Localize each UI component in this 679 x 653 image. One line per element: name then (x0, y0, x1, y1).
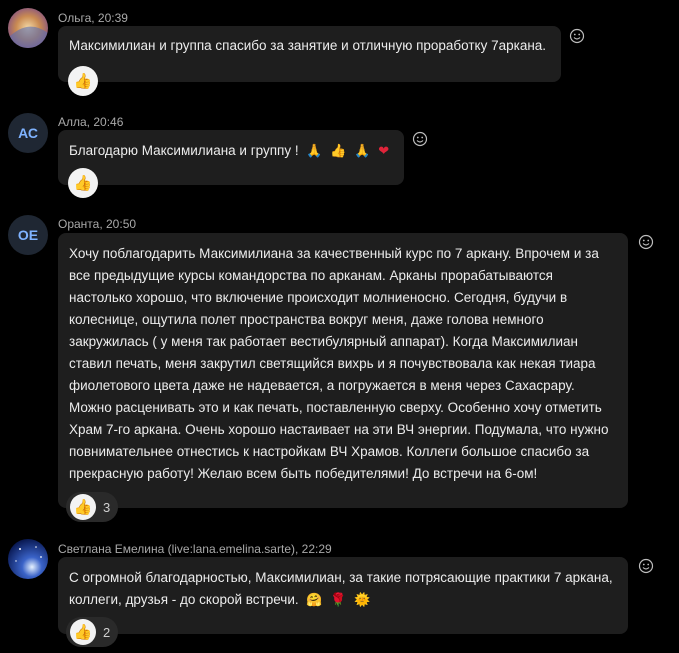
pray-emoji: 🙏 (306, 143, 323, 158)
message-text-line: прекрасную работу! Желаю всем быть побед… (69, 466, 538, 481)
message-meta: Алла, 20:46 (58, 115, 124, 129)
message-text-line: Хочу поблагодарить Максимилиана за качес… (69, 246, 599, 261)
message-text-line: закружилась ( у меня так работает вестиб… (69, 334, 578, 349)
add-reaction-icon[interactable] (412, 131, 428, 147)
reaction-thumbs-up[interactable]: 👍 3 (66, 492, 119, 522)
rose-emoji: 🌹 (330, 592, 347, 607)
message-text-line: повнимательнее отнестись к настройкам ВЧ… (69, 444, 590, 459)
thumbs-up-icon: 👍 (70, 619, 96, 645)
message-text: Благодарю Максимилиана и группу ! 🙏 👍 🙏 … (69, 140, 389, 162)
message-text-line: все предыдущие курсы командорства по арк… (69, 268, 553, 283)
avatar-svetlana[interactable] (8, 539, 48, 579)
message-text-line: колеснице, ощутила полет пространства во… (69, 312, 544, 327)
message-text-line: С огромной благодарностью, Максимилиан, … (69, 570, 613, 585)
message-text: Хочу поблагодарить Максимилиана за качес… (69, 243, 608, 485)
reaction-thumbs-up[interactable]: 👍 (68, 66, 98, 96)
avatar-oranta[interactable]: OE (8, 215, 48, 255)
add-reaction-icon[interactable] (569, 28, 585, 44)
message-text-line: коллеги, друзья - до скорой встречи. 🤗 🌹… (69, 589, 613, 611)
avatar-alla[interactable]: АС (8, 113, 48, 153)
message-bubble: С огромной благодарностью, Максимилиан, … (58, 557, 628, 634)
reaction-count: 3 (103, 499, 111, 515)
hug-emoji: 🤗 (306, 592, 323, 607)
reaction-thumbs-up[interactable]: 👍 2 (66, 617, 119, 647)
sun-emoji: 🌞 (354, 592, 371, 607)
message-meta: Ольга, 20:39 (58, 11, 128, 25)
message-text: С огромной благодарностью, Максимилиан, … (69, 567, 613, 611)
heart-emoji: ❤ (378, 143, 390, 158)
thumbs-up-emoji: 👍 (330, 143, 347, 158)
reaction-thumbs-up[interactable]: 👍 (68, 168, 98, 198)
pray-emoji: 🙏 (354, 143, 371, 158)
thumbs-up-icon: 👍 (70, 494, 96, 520)
avatar-initials: АС (18, 125, 38, 141)
thumbs-up-icon: 👍 (73, 175, 93, 192)
add-reaction-icon[interactable] (638, 234, 654, 250)
message-bubble: Благодарю Максимилиана и группу ! 🙏 👍 🙏 … (58, 130, 404, 185)
message-bubble: Хочу поблагодарить Максимилиана за качес… (58, 233, 628, 508)
message-text-line: Благодарю Максимилиана и группу ! (69, 143, 299, 158)
reaction-count: 2 (103, 624, 111, 640)
message-meta: Светлана Емелина (live:lana.emelina.sart… (58, 542, 332, 556)
message-text-line: фиолетового цвета даже не надевается, а … (69, 378, 575, 393)
message-text-line: настолько хорошо, что включение происход… (69, 290, 568, 305)
avatar-olga[interactable] (8, 8, 48, 48)
message-text: Максимилиан и группа спасибо за занятие … (69, 38, 547, 53)
message-bubble: Максимилиан и группа спасибо за занятие … (58, 26, 561, 82)
message-text-line: Храм 7-го аркана. Очень хорошо настаивае… (69, 422, 609, 437)
avatar-initials: OE (17, 227, 39, 243)
message-meta: Оранта, 20:50 (58, 217, 137, 231)
thumbs-up-icon: 👍 (73, 73, 93, 90)
message-text-line: ставил печать, меня закрутил светящийся … (69, 356, 596, 371)
message-text-line: Можно расценивать это и как печать, пост… (69, 400, 602, 415)
message-text-part: коллеги, друзья - до скорой встречи. (69, 592, 299, 607)
add-reaction-icon[interactable] (638, 558, 654, 574)
